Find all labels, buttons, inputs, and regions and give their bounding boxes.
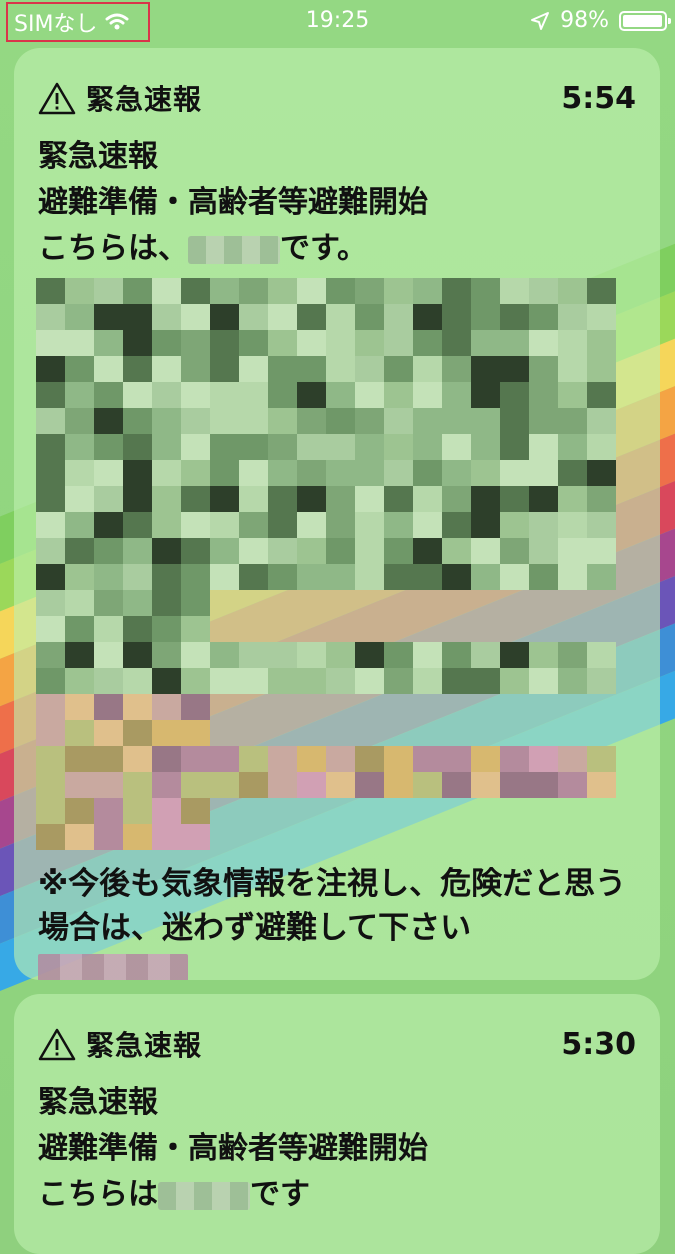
notification-line2-suffix: です。 [280, 231, 367, 266]
notification-line1: 避難準備・高齢者等避難開始 [38, 185, 428, 220]
battery-icon [619, 10, 671, 31]
notification-time: 5:30 [561, 1026, 636, 1062]
redacted-block [158, 1181, 250, 1210]
notification-card[interactable]: 緊急速報 5:54 緊急速報 避難準備・高齢者等避難開始 こちらは、 です。 ※今… [14, 48, 660, 980]
notification-line2-prefix: こちらは、 [38, 231, 188, 266]
notification-line1: 避難準備・高齢者等避難開始 [38, 1131, 428, 1166]
notification-line2-prefix: こちらは [38, 1177, 158, 1212]
notification-line2-suffix: です [250, 1177, 310, 1212]
warning-triangle-icon [38, 82, 76, 115]
notification-note: ※今後も気象情報を注視し、危険だと思う場合は、迷わず避難して下さい [38, 866, 627, 946]
warning-triangle-icon [38, 1028, 76, 1061]
notification-app-name: 緊急速報 [86, 83, 203, 116]
notification-title: 緊急速報 [38, 1085, 158, 1120]
status-bar: SIMなし 19:25 98% [0, 0, 675, 44]
notification-app-name: 緊急速報 [86, 1029, 203, 1062]
redacted-mosaic [36, 278, 636, 850]
location-arrow-icon [531, 11, 550, 30]
notification-time: 5:54 [561, 80, 636, 116]
battery-percent: 98% [560, 8, 609, 33]
notification-title: 緊急速報 [38, 139, 158, 174]
notification-card[interactable]: 緊急速報 5:30 緊急速報 避難準備・高齢者等避難開始 こちらは です [14, 994, 660, 1254]
redacted-signature [38, 954, 188, 980]
redacted-block [188, 235, 280, 264]
